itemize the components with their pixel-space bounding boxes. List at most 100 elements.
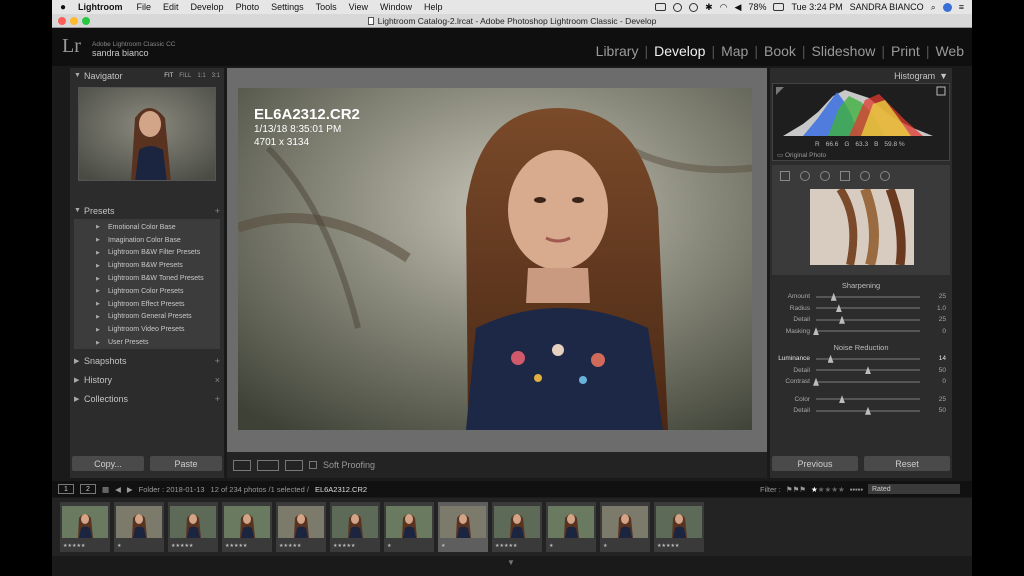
menu-window[interactable]: Window	[374, 2, 418, 12]
slider-knob[interactable]	[835, 304, 842, 313]
filmstrip-thumbnail[interactable]: ★	[384, 502, 434, 552]
preset-folder[interactable]: ▶ User Presets	[74, 336, 220, 349]
collapse-triangle-icon[interactable]: ▼	[939, 71, 948, 81]
bluetooth-icon[interactable]: ✱	[705, 2, 713, 13]
main-photo[interactable]: EL6A2312.CR2 1/13/18 8:35:01 PM 4701 x 3…	[238, 88, 752, 430]
preset-folder[interactable]: ▶ Lightroom Color Presets	[74, 285, 220, 298]
histogram-header[interactable]: Histogram ▼	[770, 68, 952, 83]
detail-preview[interactable]	[772, 187, 950, 275]
module-slideshow[interactable]: Slideshow	[812, 43, 876, 59]
copy-button[interactable]: Copy...	[72, 456, 144, 471]
before-after-icon[interactable]	[257, 459, 279, 471]
slider-value[interactable]: 0	[920, 378, 946, 385]
graduated-filter-icon[interactable]	[840, 171, 850, 181]
slider-masking[interactable]: Masking 0	[770, 326, 952, 338]
clear-history-icon[interactable]: ×	[215, 375, 220, 385]
collapse-triangle-icon[interactable]: ▼	[74, 207, 84, 214]
preset-folder[interactable]: ▶ Lightroom Effect Presets	[74, 298, 220, 311]
rating-filter[interactable]: ★★★★★	[811, 485, 845, 494]
rating-star-icon[interactable]: ★	[811, 485, 818, 494]
flag-filter-icon[interactable]: ⚑⚑⚑	[786, 485, 806, 494]
slider-track[interactable]	[816, 395, 920, 404]
zoom-fill[interactable]: FILL	[179, 73, 191, 79]
spot-removal-icon[interactable]	[800, 171, 810, 181]
slider-knob[interactable]	[865, 406, 871, 415]
preset-folder[interactable]: ▶ Lightroom B&W Filter Presets	[74, 247, 220, 260]
menu-file[interactable]: File	[131, 2, 158, 12]
filmstrip-thumbnail[interactable]: ★	[438, 502, 488, 552]
add-snapshot-icon[interactable]: +	[215, 356, 220, 366]
slider-luminance-contrast[interactable]: Contrast 0	[770, 376, 952, 388]
user-name[interactable]: SANDRA BIANCO	[850, 2, 924, 12]
slider-detail[interactable]: Detail 25	[770, 314, 952, 326]
selected-filename[interactable]: EL6A2312.CR2	[315, 485, 367, 494]
wifi-icon[interactable]: ◠	[720, 2, 728, 13]
spotlight-search-icon[interactable]: ⌕	[931, 2, 936, 13]
slider-track[interactable]	[816, 304, 920, 313]
filmstrip-thumbnail[interactable]: ★★★★★	[168, 502, 218, 552]
filmstrip-thumbnail[interactable]: ★★★★★	[60, 502, 110, 552]
slider-knob[interactable]	[865, 366, 871, 375]
menu-photo[interactable]: Photo	[230, 2, 266, 12]
zoom-fit[interactable]: FIT	[164, 73, 173, 79]
filmstrip-thumbnail[interactable]: ★	[546, 502, 596, 552]
crop-tool-icon[interactable]	[780, 171, 790, 181]
module-library[interactable]: Library	[596, 43, 639, 59]
notification-center-icon[interactable]: ≡	[959, 2, 964, 12]
module-develop[interactable]: Develop	[654, 43, 705, 59]
siri-icon[interactable]	[942, 2, 952, 12]
close-window-icon[interactable]	[58, 17, 66, 25]
slider-track[interactable]	[816, 366, 920, 375]
creative-cloud-icon[interactable]	[673, 2, 683, 12]
filmstrip-thumbnail[interactable]: ★★★★★	[222, 502, 272, 552]
clock[interactable]: Tue 3:24 PM	[791, 2, 842, 12]
presets-header[interactable]: ▼ Presets +	[70, 203, 224, 218]
loupe-view-icon[interactable]	[233, 459, 251, 471]
slider-track[interactable]	[816, 354, 920, 363]
zoom-3-1[interactable]: 3:1	[212, 73, 220, 79]
expand-triangle-icon[interactable]: ▶	[74, 357, 84, 365]
slider-amount[interactable]: Amount 25	[770, 291, 952, 303]
screen-record-icon[interactable]	[655, 3, 667, 11]
menu-app-name[interactable]: Lightroom	[74, 2, 131, 12]
paste-button[interactable]: Paste	[150, 456, 222, 471]
collections-header[interactable]: ▶ Collections +	[70, 391, 224, 406]
slider-value[interactable]: 50	[920, 367, 946, 374]
navigator-header[interactable]: ▼ Navigator FIT FILL 1:1 3:1	[70, 68, 224, 83]
volume-icon[interactable]: ◀	[735, 2, 742, 13]
filmstrip-thumbnail[interactable]: ★	[114, 502, 164, 552]
slider-track[interactable]	[816, 315, 920, 324]
navigator-preview[interactable]	[78, 87, 216, 181]
adjustment-brush-icon[interactable]	[880, 171, 890, 181]
menu-view[interactable]: View	[343, 2, 374, 12]
main-window-button[interactable]: 1	[58, 484, 74, 494]
battery-icon[interactable]	[773, 3, 785, 11]
preset-folder[interactable]: ▶ Lightroom B&W Presets	[74, 259, 220, 272]
preset-folder[interactable]: ▶ Lightroom Video Presets	[74, 323, 220, 336]
slider-value[interactable]: 25	[920, 293, 946, 300]
slider-luminance[interactable]: Luminance 14	[770, 353, 952, 365]
add-collection-icon[interactable]: +	[215, 394, 220, 404]
preset-folder[interactable]: ▶ Imagination Color Base	[74, 234, 220, 247]
menu-edit[interactable]: Edit	[157, 2, 185, 12]
slider-value[interactable]: 25	[920, 316, 946, 323]
history-header[interactable]: ▶ History ×	[70, 372, 224, 387]
expand-triangle-icon[interactable]: ▶	[74, 376, 84, 384]
slider-value[interactable]: 1.0	[920, 305, 946, 312]
rating-star-icon[interactable]: ★	[818, 485, 825, 494]
reset-button[interactable]: Reset	[864, 456, 950, 471]
slider-color-detail[interactable]: Detail 50	[770, 405, 952, 417]
expand-triangle-icon[interactable]: ▶	[74, 395, 84, 403]
snapshots-header[interactable]: ▶ Snapshots +	[70, 353, 224, 368]
menu-help[interactable]: Help	[418, 2, 449, 12]
menu-tools[interactable]: Tools	[310, 2, 343, 12]
module-web[interactable]: Web	[935, 43, 964, 59]
preset-folder[interactable]: ▶ Emotional Color Base	[74, 221, 220, 234]
preset-folder[interactable]: ▶ Lightroom B&W Toned Presets	[74, 272, 220, 285]
add-preset-icon[interactable]: +	[215, 206, 220, 216]
slider-track[interactable]	[813, 327, 920, 336]
filmstrip-thumbnail[interactable]: ★★★★★	[330, 502, 380, 552]
slider-knob[interactable]	[839, 315, 845, 324]
filmstrip-thumbnail[interactable]: ★★★★★	[276, 502, 326, 552]
radial-filter-icon[interactable]	[860, 171, 870, 181]
